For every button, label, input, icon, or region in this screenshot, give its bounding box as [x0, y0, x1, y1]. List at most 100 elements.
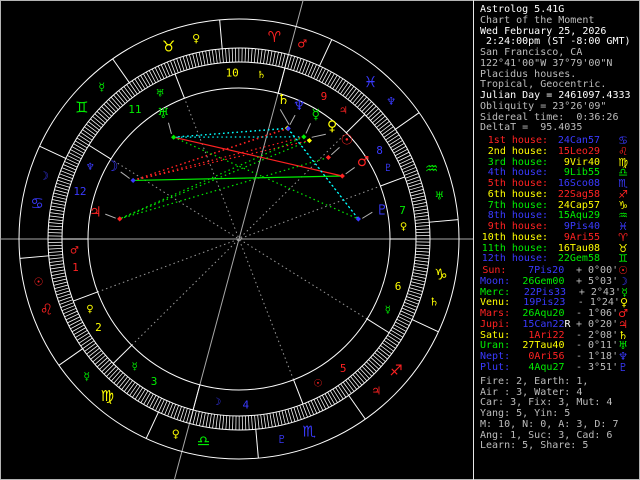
degree-tick	[260, 49, 263, 64]
degree-tick	[412, 272, 427, 276]
degree-tick	[90, 350, 102, 360]
degree-tick	[393, 324, 407, 332]
degree-tick	[145, 71, 154, 85]
degree-tick	[275, 412, 280, 426]
degree-tick	[413, 269, 428, 273]
house-number: 8	[376, 144, 383, 157]
degree-tick	[132, 385, 141, 398]
degree-tick	[281, 410, 286, 425]
house-label: 12th house:	[481, 253, 548, 265]
degree-tick	[134, 78, 143, 91]
degree-tick	[290, 408, 296, 422]
degree-tick	[278, 52, 283, 67]
degree-tick	[126, 84, 136, 97]
degree-tick	[73, 143, 86, 151]
degree-tick	[415, 221, 430, 224]
degree-tick	[140, 390, 149, 403]
degree-tick	[342, 381, 352, 394]
degree-tick	[415, 256, 430, 260]
degree-tick	[345, 380, 355, 392]
degree-tick	[329, 75, 338, 88]
house-number: 2	[95, 321, 102, 334]
zodiac-sign-icon: ♊	[75, 98, 88, 116]
house-boundary-line	[380, 176, 405, 187]
degree-tick	[321, 70, 329, 83]
sign-ruler-icon: ♀	[172, 428, 180, 441]
planet-icon-moon: ☽	[106, 159, 119, 175]
degree-tick	[372, 113, 384, 124]
degree-tick	[388, 137, 402, 146]
degree-tick	[71, 324, 85, 333]
degree-tick	[414, 260, 429, 263]
degree-tick	[202, 51, 206, 66]
sign-boundary-line	[219, 19, 223, 49]
zodiac-sign-icon: ♐	[389, 362, 402, 380]
degree-tick	[218, 49, 221, 64]
house-number: 7	[399, 204, 406, 217]
degree-tick	[260, 414, 263, 429]
sign-ruler-icon: ♃	[371, 385, 381, 398]
house-ruler-icon: ☿	[385, 305, 391, 316]
degree-tick	[410, 281, 425, 286]
degree-tick	[49, 257, 64, 260]
planet-pointer-line	[289, 114, 296, 126]
degree-tick	[359, 368, 370, 379]
planet-pointer-line	[345, 167, 355, 175]
degree-tick	[116, 374, 126, 386]
degree-tick	[378, 120, 390, 131]
aspect-line-trine	[119, 156, 329, 220]
degree-tick	[269, 413, 273, 428]
degree-tick	[48, 222, 63, 225]
degree-tick	[357, 96, 367, 108]
house-ruler-icon: ♅	[156, 89, 165, 100]
statistics-line: Learn: 5, Share: 5	[480, 440, 589, 452]
degree-tick	[254, 415, 257, 430]
planet-longitude-value: 15Can22	[522, 318, 565, 330]
degree-tick	[409, 189, 424, 194]
degree-tick	[96, 111, 108, 121]
degree-tick	[155, 397, 162, 411]
retrograde-flag	[564, 331, 571, 342]
house-boundary-line	[366, 318, 390, 334]
sign-ruler-icon: ☉	[34, 275, 44, 288]
house-number: 9	[321, 90, 328, 103]
degree-tick	[415, 225, 430, 227]
degree-tick	[129, 82, 138, 95]
degree-tick	[350, 376, 360, 388]
degree-tick	[395, 321, 408, 329]
sign-boundary-line	[348, 395, 366, 420]
degree-tick	[374, 352, 386, 362]
planet-latitude-value: + 0°20'	[575, 318, 619, 330]
degree-tick	[414, 218, 429, 221]
degree-tick	[399, 157, 413, 165]
degree-tick	[347, 88, 357, 100]
degree-tick	[110, 96, 121, 108]
planet-icon-plut: ♇	[376, 202, 389, 218]
degree-tick	[340, 82, 349, 95]
house-boundary-line	[293, 379, 304, 405]
sign-boundary-line	[19, 255, 49, 259]
degree-tick	[278, 411, 283, 426]
zodiac-sign-icon: ♍	[101, 387, 114, 405]
degree-tick	[134, 387, 144, 400]
planet-position-dot	[171, 134, 177, 140]
degree-tick	[354, 94, 365, 106]
degree-tick	[50, 205, 65, 209]
house-cusp-row: 10th house: 9Ari55 ♈	[476, 232, 636, 244]
retrograde-flag	[565, 298, 572, 309]
degree-tick	[244, 415, 247, 430]
degree-tick	[400, 160, 414, 168]
planet-pointer-line	[305, 123, 312, 134]
planet-position-row: Moon: 26Gem00 + 5°03' ☽	[476, 276, 636, 288]
house-ruler-icon: ♀	[400, 222, 407, 233]
degree-tick	[359, 98, 370, 110]
header-line: Chart of the Moment	[480, 14, 595, 26]
degree-tick	[131, 80, 141, 93]
planet-position-dot	[325, 154, 331, 161]
degree-tick	[284, 409, 289, 424]
degree-tick	[195, 411, 200, 426]
sign-ruler-icon: ♂	[297, 37, 307, 50]
degree-tick	[152, 396, 160, 410]
degree-tick	[51, 272, 66, 276]
retrograde-flag	[564, 352, 571, 363]
